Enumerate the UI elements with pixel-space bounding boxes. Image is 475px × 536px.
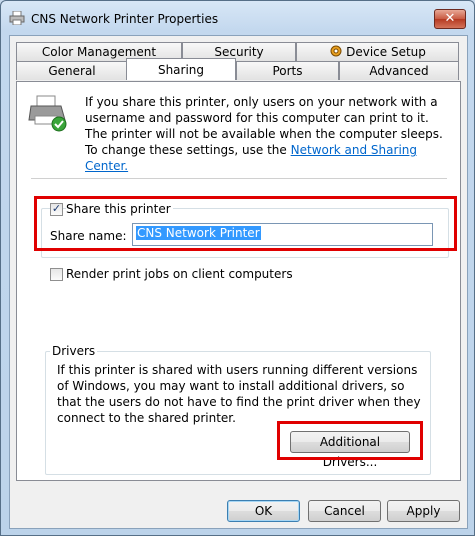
- sharing-panel: If you share this printer, only users on…: [16, 81, 461, 481]
- tab-label: Device Setup: [346, 45, 426, 59]
- close-icon: ✕: [444, 11, 456, 26]
- tab-sharing[interactable]: Sharing: [126, 58, 236, 80]
- properties-window: CNS Network Printer Properties ✕ Color M…: [0, 0, 475, 536]
- drivers-highlight-box: [277, 421, 423, 460]
- gear-icon: [330, 45, 342, 57]
- tab-label: General: [48, 64, 96, 78]
- tab-label: Ports: [272, 64, 303, 78]
- ok-button[interactable]: OK: [227, 500, 300, 522]
- tab-label: Sharing: [157, 63, 205, 77]
- printer-icon: [9, 11, 25, 25]
- tab-ports[interactable]: Ports: [236, 61, 339, 80]
- shared-printer-icon: [28, 95, 67, 132]
- divider: [31, 178, 447, 179]
- drivers-legend: Drivers: [50, 344, 98, 358]
- tab-general[interactable]: General: [16, 61, 128, 80]
- drivers-description: If this printer is shared with users run…: [57, 363, 421, 425]
- render-client-checkbox[interactable]: [50, 268, 63, 281]
- dialog-body: Color Management Security Device Setup G…: [9, 35, 468, 529]
- title-bar[interactable]: CNS Network Printer Properties ✕: [1, 1, 474, 35]
- tab-label: Security: [214, 45, 264, 59]
- apply-button[interactable]: Apply: [387, 500, 460, 522]
- tab-device-setup[interactable]: Device Setup: [296, 42, 459, 61]
- tab-advanced[interactable]: Advanced: [339, 61, 459, 80]
- sharing-info-text: If you share this printer, only users on…: [85, 94, 453, 174]
- window-title: CNS Network Printer Properties: [31, 12, 219, 26]
- share-highlight-box: [34, 196, 457, 251]
- close-button[interactable]: ✕: [434, 9, 466, 29]
- tab-label: Advanced: [369, 64, 429, 78]
- render-client-label: Render print jobs on client computers: [66, 267, 293, 281]
- tab-label: Color Management: [41, 45, 157, 59]
- cancel-button[interactable]: Cancel: [308, 500, 381, 522]
